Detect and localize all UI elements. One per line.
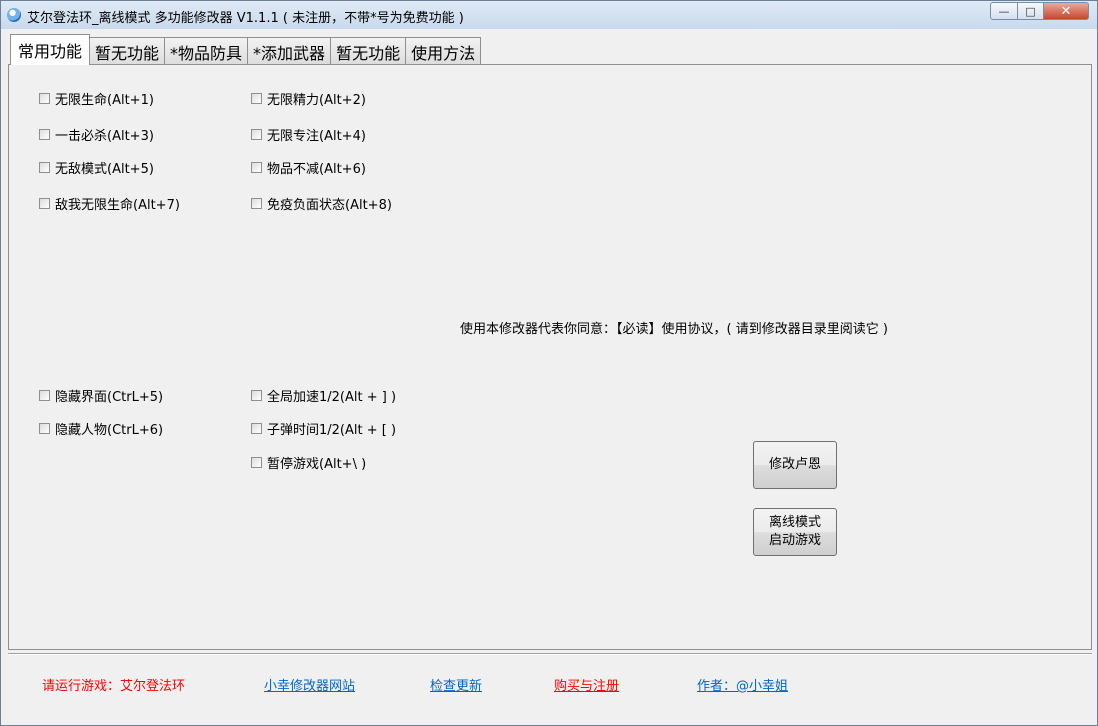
checkbox-label: 无限专注(Alt+4) <box>267 129 366 144</box>
checkbox-label: 全局加速1/2(Alt + ] ) <box>267 390 397 405</box>
tab-common-functions[interactable]: 常用功能 <box>10 34 91 65</box>
tab-add-weapons[interactable]: *添加武器 <box>247 37 332 65</box>
check-update-link[interactable]: 检查更新 <box>430 675 482 694</box>
checkbox-label: 暂停游戏(Alt+\ ) <box>267 457 367 472</box>
buy-register-link[interactable]: 购买与注册 <box>554 675 619 694</box>
checkbox-box[interactable] <box>251 162 262 173</box>
app-window: 艾尔登法环_离线模式 多功能修改器 V1.1.1 ( 未注册，不带*号为免费功能… <box>0 0 1098 726</box>
tab-no-function-1[interactable]: 暂无功能 <box>89 37 166 65</box>
window-title: 艾尔登法环_离线模式 多功能修改器 V1.1.1 ( 未注册，不带*号为免费功能… <box>27 11 464 26</box>
checkbox-box[interactable] <box>39 162 50 173</box>
checkbox-box[interactable] <box>251 93 262 104</box>
agreement-notice: 使用本修改器代表你同意：【必读】使用协议，( 请到修改器目录里阅读它 ) <box>460 322 888 337</box>
modify-runes-button[interactable]: 修改卢恩 <box>753 441 837 489</box>
items-not-decrease-checkbox[interactable]: 物品不减(Alt+6) <box>251 158 366 177</box>
infinite-health-checkbox[interactable]: 无限生命(Alt+1) <box>39 89 154 108</box>
checkbox-box[interactable] <box>251 390 262 401</box>
god-mode-checkbox[interactable]: 无敌模式(Alt+5) <box>39 158 154 177</box>
footer-divider <box>8 653 1092 655</box>
minimize-button[interactable]: — <box>990 2 1018 20</box>
checkbox-box[interactable] <box>251 129 262 140</box>
game-status-text: 请运行游戏：艾尔登法环 <box>42 679 186 694</box>
checkbox-box[interactable] <box>39 129 50 140</box>
tab-strip: 常用功能 暂无功能 *物品防具 *添加武器 暂无功能 使用方法 <box>10 34 482 65</box>
hide-ui-checkbox[interactable]: 隐藏界面(CtrL+5) <box>39 386 163 405</box>
checkbox-label: 子弹时间1/2(Alt + [ ) <box>267 423 397 438</box>
checkbox-box[interactable] <box>39 198 50 209</box>
checkbox-label: 无限精力(Alt+2) <box>267 93 366 108</box>
tab-usage[interactable]: 使用方法 <box>405 37 482 65</box>
checkbox-box[interactable] <box>39 390 50 401</box>
author-link[interactable]: 作者：@小幸姐 <box>697 675 788 694</box>
pause-game-checkbox[interactable]: 暂停游戏(Alt+\ ) <box>251 453 366 472</box>
checkbox-label: 一击必杀(Alt+3) <box>55 129 154 144</box>
maximize-button[interactable]: □ <box>1018 2 1044 20</box>
website-link[interactable]: 小幸修改器网站 <box>264 675 355 694</box>
checkbox-label: 隐藏界面(CtrL+5) <box>55 390 164 405</box>
tab-no-function-2[interactable]: 暂无功能 <box>330 37 407 65</box>
immune-debuffs-checkbox[interactable]: 免疫负面状态(Alt+8) <box>251 194 392 213</box>
infinite-stamina-checkbox[interactable]: 无限精力(Alt+2) <box>251 89 366 108</box>
bullet-time-checkbox[interactable]: 子弹时间1/2(Alt + [ ) <box>251 419 396 438</box>
title-bar[interactable]: 艾尔登法环_离线模式 多功能修改器 V1.1.1 ( 未注册，不带*号为免费功能… <box>1 1 1097 29</box>
checkbox-label: 敌我无限生命(Alt+7) <box>55 198 180 213</box>
tab-items-armor[interactable]: *物品防具 <box>164 37 249 65</box>
tab-panel-common: 无限生命(Alt+1) 无限精力(Alt+2) 一击必杀(Alt+3) 无限专注… <box>8 64 1092 650</box>
infinite-focus-checkbox[interactable]: 无限专注(Alt+4) <box>251 125 366 144</box>
button-label-line1: 离线模式 <box>768 515 821 530</box>
checkbox-label: 物品不减(Alt+6) <box>267 162 366 177</box>
hide-character-checkbox[interactable]: 隐藏人物(CtrL+6) <box>39 419 163 438</box>
checkbox-box[interactable] <box>39 93 50 104</box>
button-label-line2: 启动游戏 <box>768 533 821 548</box>
button-label: 修改卢恩 <box>768 457 821 472</box>
window-controls: — □ ✕ <box>990 2 1089 21</box>
checkbox-box[interactable] <box>39 423 50 434</box>
checkbox-label: 隐藏人物(CtrL+6) <box>55 423 164 438</box>
app-icon <box>7 8 21 22</box>
checkbox-label: 无限生命(Alt+1) <box>55 93 154 108</box>
checkbox-box[interactable] <box>251 198 262 209</box>
all-infinite-health-checkbox[interactable]: 敌我无限生命(Alt+7) <box>39 194 180 213</box>
checkbox-box[interactable] <box>251 457 262 468</box>
one-hit-kill-checkbox[interactable]: 一击必杀(Alt+3) <box>39 125 154 144</box>
checkbox-label: 无敌模式(Alt+5) <box>55 162 154 177</box>
offline-launch-button[interactable]: 离线模式 启动游戏 <box>753 508 837 556</box>
close-button[interactable]: ✕ <box>1044 2 1089 20</box>
client-area: 常用功能 暂无功能 *物品防具 *添加武器 暂无功能 使用方法 无限生命(Alt… <box>8 29 1092 720</box>
global-speedup-checkbox[interactable]: 全局加速1/2(Alt + ] ) <box>251 386 396 405</box>
checkbox-label: 免疫负面状态(Alt+8) <box>267 198 392 213</box>
checkbox-box[interactable] <box>251 423 262 434</box>
